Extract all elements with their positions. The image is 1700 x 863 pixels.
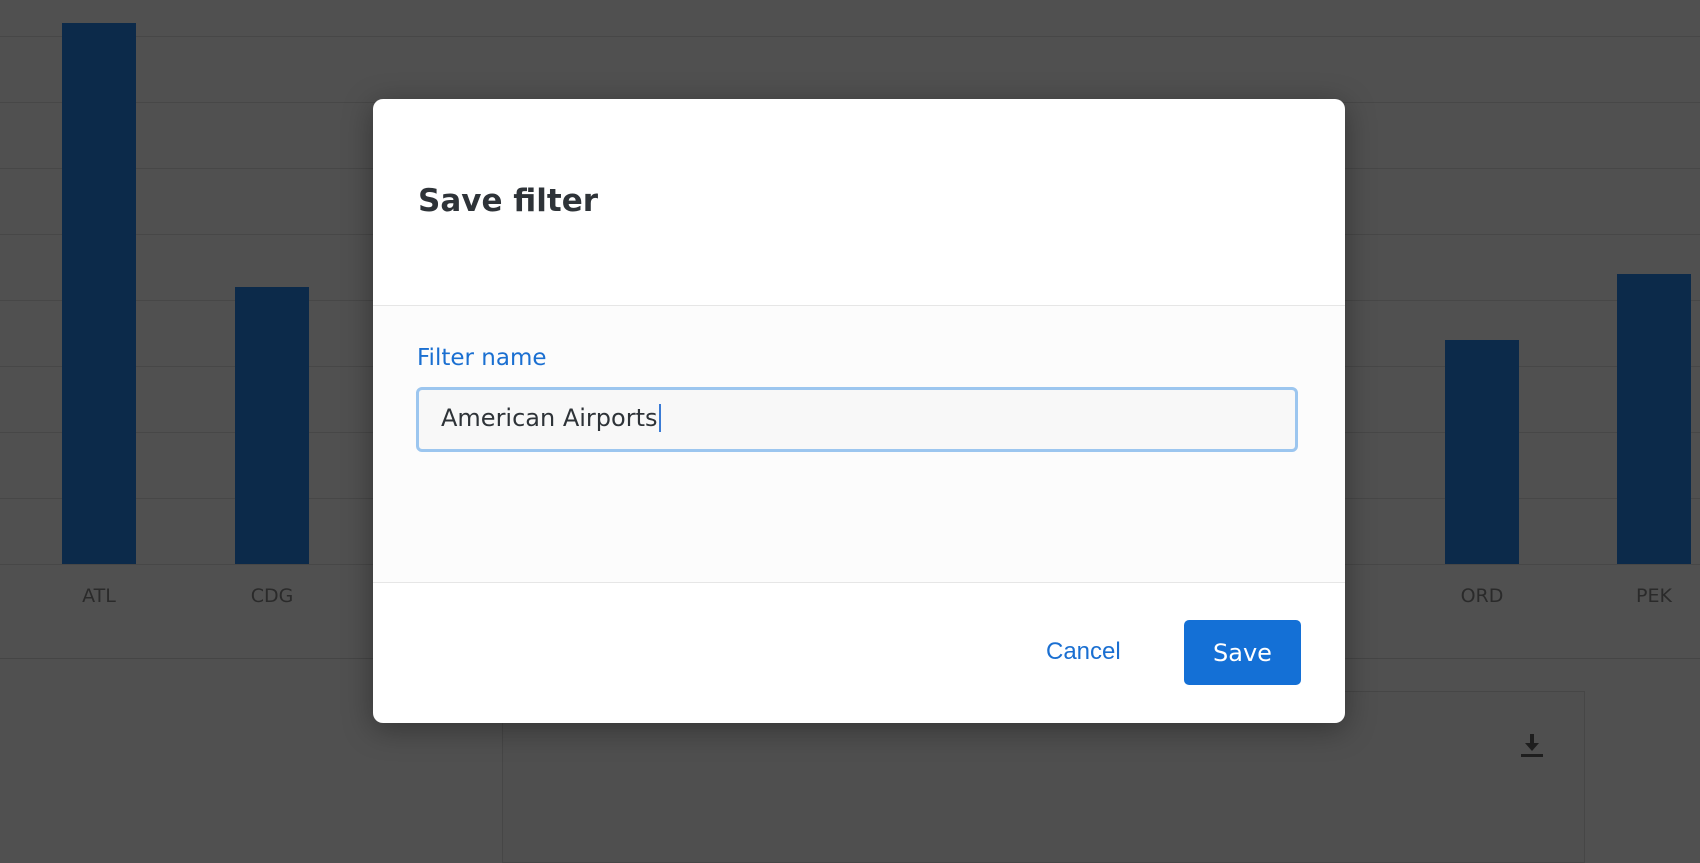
filter-name-label: Filter name	[417, 345, 547, 371]
cancel-button[interactable]: Cancel	[1040, 637, 1127, 667]
filter-name-value: American Airports	[441, 404, 661, 432]
bar-ord[interactable]	[1445, 339, 1519, 564]
x-tick-label: ATL	[82, 585, 116, 607]
x-tick-label: CDG	[250, 585, 294, 607]
x-tick-label: PEK	[1636, 585, 1672, 607]
download-icon[interactable]	[1520, 732, 1544, 758]
gridline	[0, 36, 1700, 37]
bar-pek[interactable]	[1617, 273, 1691, 564]
bar-atl[interactable]	[62, 22, 136, 564]
filter-name-input[interactable]: American Airports	[416, 387, 1298, 452]
save-button[interactable]: Save	[1184, 620, 1301, 685]
footer-divider	[373, 582, 1345, 583]
bar-cdg[interactable]	[235, 286, 309, 564]
dialog-title: Save filter	[418, 183, 599, 219]
x-tick-label: ORD	[1460, 585, 1504, 607]
